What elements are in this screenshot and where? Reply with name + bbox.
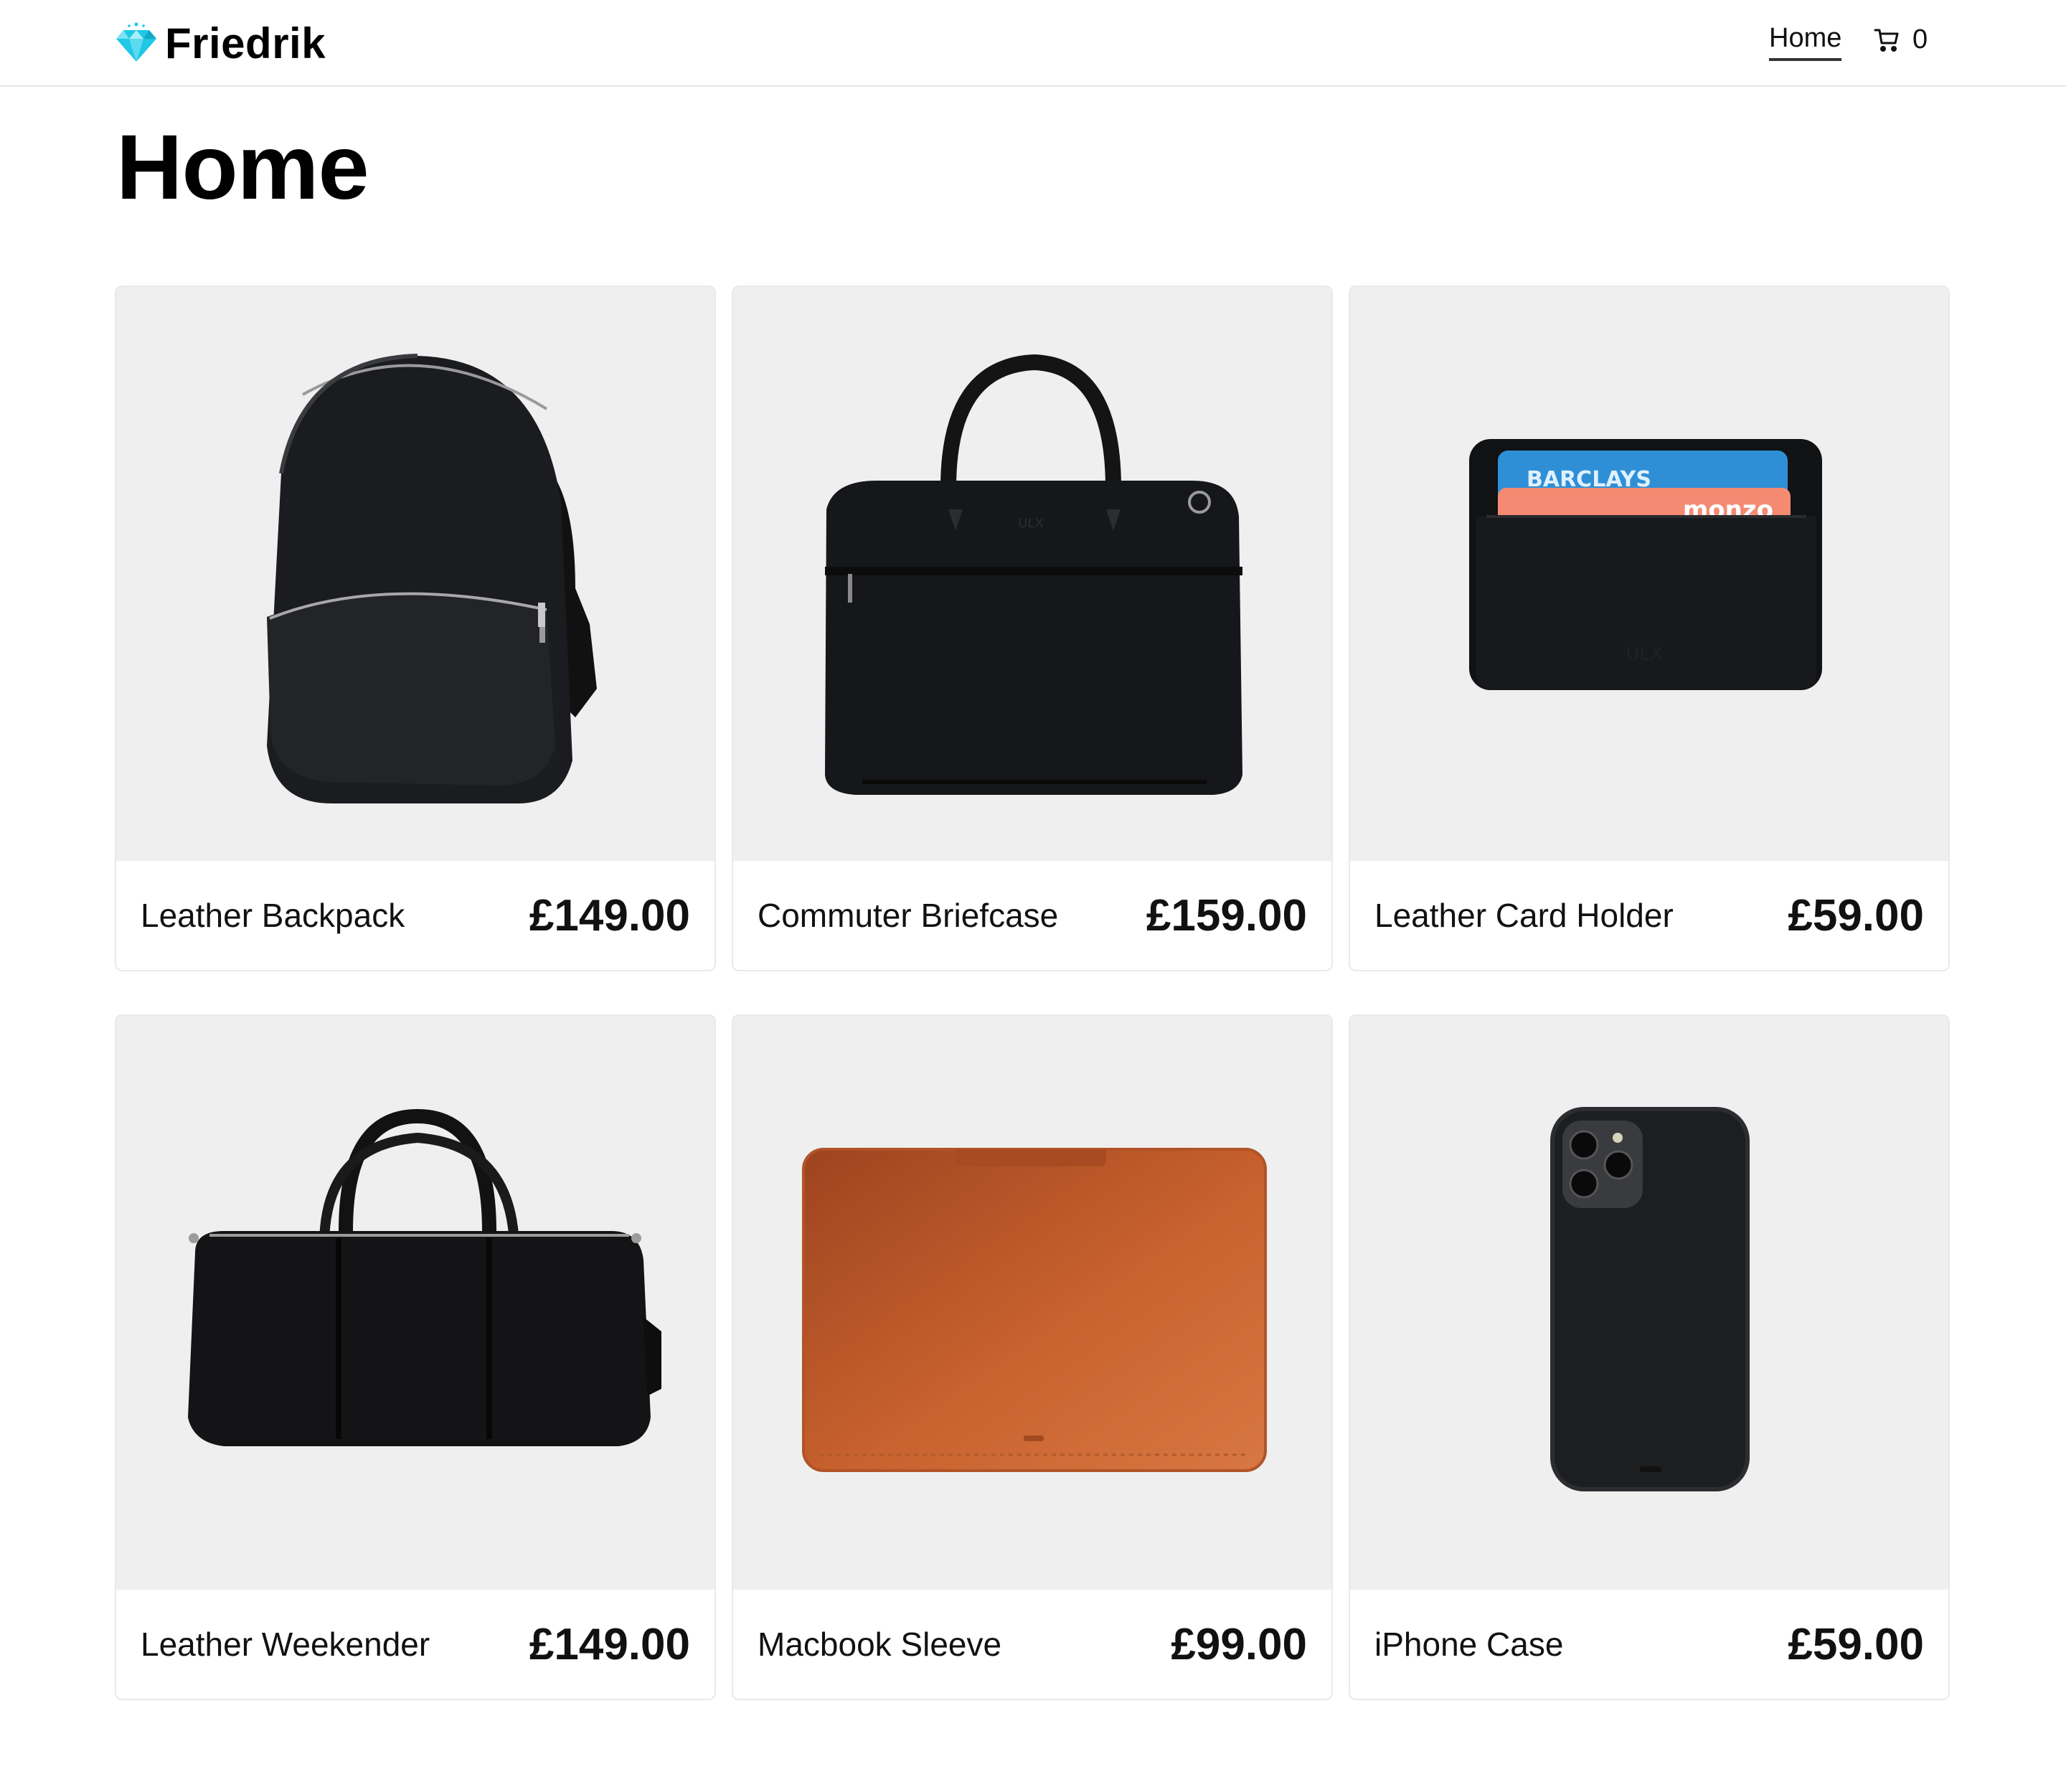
diamond-icon bbox=[116, 22, 156, 62]
product-name: Macbook Sleeve bbox=[758, 1626, 1002, 1663]
product-image bbox=[1350, 1016, 1948, 1590]
svg-text:ULX: ULX bbox=[1626, 643, 1662, 665]
product-name: iPhone Case bbox=[1374, 1626, 1564, 1663]
product-card[interactable]: BARCLAYS monzo ULX Leather Card Holder £… bbox=[1349, 286, 1950, 971]
product-name: Commuter Briefcase bbox=[758, 897, 1059, 934]
product-image bbox=[116, 1016, 714, 1590]
product-footer: Macbook Sleeve £99.00 bbox=[733, 1590, 1331, 1699]
sleeve-image bbox=[802, 1148, 1267, 1472]
product-card[interactable]: Macbook Sleeve £99.00 bbox=[732, 1014, 1333, 1700]
product-image bbox=[116, 287, 714, 861]
product-card[interactable]: Leather Weekender £149.00 bbox=[115, 1014, 716, 1700]
cart-count: 0 bbox=[1912, 24, 1928, 55]
briefcase-image: ULX bbox=[825, 354, 1242, 795]
product-footer: Commuter Briefcase £159.00 bbox=[733, 861, 1331, 970]
product-card[interactable]: ULX Commuter Briefcase £159.00 bbox=[732, 286, 1333, 971]
product-price: £59.00 bbox=[1788, 890, 1924, 940]
svg-text:ULX: ULX bbox=[1018, 516, 1044, 531]
product-image: ULX bbox=[733, 287, 1331, 861]
phone-case-image bbox=[1550, 1107, 1750, 1491]
product-footer: Leather Weekender £149.00 bbox=[116, 1590, 714, 1699]
product-name: Leather Weekender bbox=[141, 1626, 430, 1663]
product-footer: Leather Backpack £149.00 bbox=[116, 861, 714, 970]
site-header: Friedrik Home 0 bbox=[0, 0, 2066, 87]
product-card[interactable]: Leather Backpack £149.00 bbox=[115, 286, 716, 971]
card-holder-image: BARCLAYS monzo ULX bbox=[1469, 439, 1822, 690]
product-price: £149.00 bbox=[529, 1619, 690, 1669]
product-image: BARCLAYS monzo ULX bbox=[1350, 287, 1948, 861]
cart-icon bbox=[1874, 29, 1899, 52]
product-name: Leather Card Holder bbox=[1374, 897, 1674, 934]
weekender-image bbox=[188, 1108, 661, 1446]
product-image bbox=[733, 1016, 1331, 1590]
brand-name: Friedrik bbox=[165, 19, 326, 67]
product-name: Leather Backpack bbox=[141, 897, 405, 934]
product-footer: iPhone Case £59.00 bbox=[1350, 1590, 1948, 1699]
product-footer: Leather Card Holder £59.00 bbox=[1350, 861, 1948, 970]
brand-link[interactable]: Friedrik bbox=[115, 16, 326, 70]
nav-home-link[interactable]: Home bbox=[1769, 23, 1842, 61]
cart-button[interactable]: 0 bbox=[1874, 24, 1928, 55]
product-price: £59.00 bbox=[1788, 1619, 1924, 1669]
product-card[interactable]: iPhone Case £59.00 bbox=[1349, 1014, 1950, 1700]
page-title: Home bbox=[116, 116, 369, 219]
product-price: £149.00 bbox=[529, 890, 690, 940]
product-price: £99.00 bbox=[1171, 1619, 1307, 1669]
product-price: £159.00 bbox=[1146, 890, 1307, 940]
backpack-image bbox=[267, 354, 597, 803]
